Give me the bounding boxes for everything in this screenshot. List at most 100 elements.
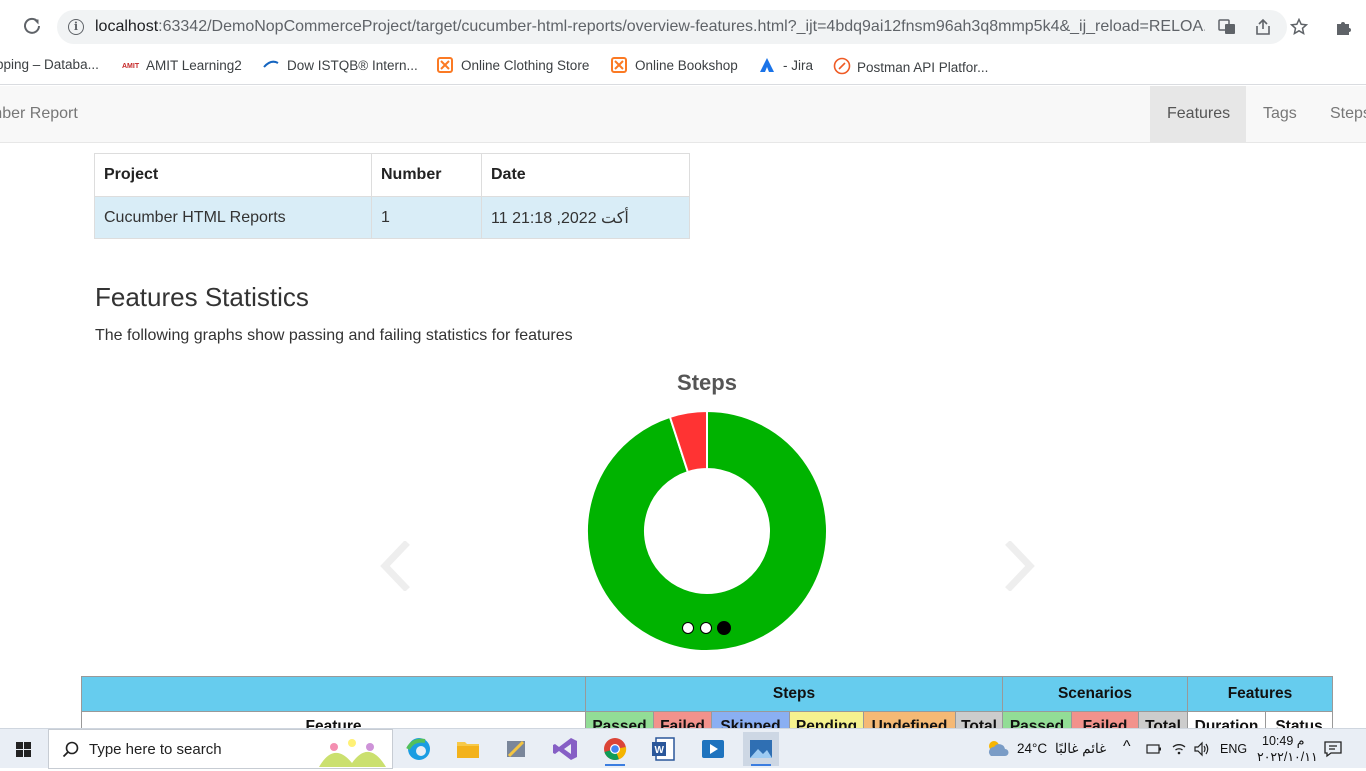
svg-text:W: W (655, 745, 665, 756)
visual-studio-icon[interactable] (547, 732, 583, 766)
carousel-dot[interactable] (700, 622, 712, 634)
xampp-icon (611, 57, 627, 73)
header-date: Date (481, 153, 690, 197)
postman-icon (833, 57, 851, 75)
url-path: :63342/DemoNopCommerceProject/target/cuc… (158, 18, 1205, 35)
group-header-steps: Steps (585, 676, 1003, 712)
translate-icon[interactable] (1217, 18, 1237, 38)
svg-text:AMIT: AMIT (122, 63, 140, 70)
share-icon[interactable] (1253, 18, 1273, 38)
header-project: Project (94, 153, 372, 197)
section-title: Features Statistics (95, 282, 309, 312)
search-placeholder: Type here to search (89, 741, 222, 758)
weather-cloud-icon[interactable] (984, 737, 1010, 759)
number-cell: 1 (371, 196, 482, 239)
bookmark-star-icon[interactable] (1289, 17, 1309, 38)
taskbar-search[interactable]: Type here to search (48, 729, 393, 769)
report-info-table: Project Number Date Cucumber HTML Report… (94, 153, 690, 239)
carousel-dot[interactable] (682, 622, 694, 634)
bookmark-label: Online Bookshop (635, 58, 738, 73)
table-row: Cucumber HTML Reports 1 11 أكت 2022, 21:… (94, 196, 690, 239)
bookmark-item[interactable]: pping – Databa... (0, 57, 99, 79)
column-header[interactable]: Skipped (711, 711, 790, 728)
url-host: localhost (95, 18, 159, 35)
brand-title[interactable]: umber Report (0, 105, 78, 123)
chart-carousel: Steps (370, 361, 1040, 661)
column-header[interactable]: Total (955, 711, 1003, 728)
xampp-icon (437, 57, 453, 73)
jira-icon (759, 57, 775, 73)
language-indicator[interactable]: ENG (1220, 742, 1247, 756)
group-header (81, 676, 586, 712)
report-page: umber Report Features Tags Steps Project… (0, 86, 1366, 728)
istqb-logo-icon (263, 57, 279, 73)
project-cell: Cucumber HTML Reports (94, 196, 372, 239)
windows-start-icon[interactable] (0, 729, 48, 769)
bookmark-label: AMIT Learning2 (146, 58, 242, 73)
wifi-icon[interactable] (1171, 741, 1187, 757)
url-text[interactable]: localhost:63342/DemoNopCommerceProject/t… (95, 18, 1205, 36)
steps-donut-chart[interactable] (585, 409, 829, 653)
word-icon[interactable]: W (646, 732, 682, 766)
column-header[interactable]: Status (1265, 711, 1333, 728)
nav-features[interactable]: Features (1150, 86, 1246, 142)
column-header[interactable]: Total (1138, 711, 1188, 728)
carousel-prev-icon[interactable] (375, 541, 415, 591)
chevron-up-icon[interactable]: ^ (1123, 738, 1131, 756)
bookmarks-bar: pping – Databa... AMIT AMIT Learning2 Dow… (0, 50, 1366, 85)
bookmark-label: pping – Databa... (0, 57, 99, 72)
features-table: Steps Scenarios Features Feature Passed … (81, 676, 1333, 728)
bookmark-item[interactable]: Dow ISTQB® Intern... (263, 57, 418, 79)
chrome-icon[interactable] (597, 732, 633, 766)
group-header-scenarios: Scenarios (1002, 676, 1188, 712)
file-explorer-icon[interactable] (450, 732, 486, 766)
column-header[interactable]: Failed (653, 711, 712, 728)
bookmark-item[interactable]: Postman API Platfor... (833, 57, 988, 79)
battery-icon[interactable] (1146, 742, 1162, 756)
bookmark-label: Postman API Platfor... (857, 60, 989, 75)
header-number: Number (371, 153, 482, 197)
column-header[interactable]: Pending (789, 711, 864, 728)
carousel-indicators (682, 621, 752, 636)
site-info-icon[interactable]: i (68, 19, 84, 35)
column-header[interactable]: Undefined (863, 711, 956, 728)
forward-icon[interactable]: › (0, 17, 8, 33)
bookmark-item[interactable]: - Jira (759, 57, 813, 79)
column-header[interactable]: Passed (585, 711, 654, 728)
bookmark-item[interactable]: AMIT AMIT Learning2 (122, 57, 242, 79)
bookmark-item[interactable]: Online Clothing Store (437, 57, 589, 79)
search-icon (62, 741, 79, 758)
clock-time[interactable]: 10:49 م (1262, 733, 1305, 748)
date-cell: 11 أكت 2022, 21:18 (481, 196, 690, 239)
bookmark-item[interactable]: Online Bookshop (611, 57, 738, 79)
browser-toolbar: › i localhost:63342/DemoNopCommerceProje… (0, 0, 1366, 50)
photos-app-icon[interactable] (743, 732, 779, 766)
weather-temp[interactable]: 24°C (1017, 741, 1047, 756)
bookmark-label: - Jira (783, 58, 813, 73)
column-header[interactable]: Duration (1187, 711, 1266, 728)
group-header-features: Features (1187, 676, 1333, 712)
media-app-icon[interactable] (695, 732, 731, 766)
search-highlight-icon (319, 739, 386, 767)
carousel-dot[interactable] (717, 621, 731, 635)
section-description: The following graphs show passing and fa… (95, 327, 573, 344)
carousel-next-icon[interactable] (1000, 541, 1040, 591)
taskbar: Type here to search W 24°C غائم غالبًا ^… (0, 728, 1366, 769)
extensions-icon[interactable] (1335, 18, 1353, 36)
tools-app-icon[interactable] (498, 732, 534, 766)
notifications-icon[interactable] (1323, 740, 1343, 758)
amit-logo-icon: AMIT (122, 57, 140, 73)
nav-steps[interactable]: Steps (1313, 86, 1366, 142)
report-navbar: umber Report Features Tags Steps (0, 86, 1366, 143)
clock-date[interactable]: ٢٠٢٢/١٠/١١ (1257, 749, 1318, 764)
column-header[interactable]: Failed (1071, 711, 1139, 728)
bookmark-label: Dow ISTQB® Intern... (287, 58, 418, 73)
volume-icon[interactable] (1193, 741, 1211, 757)
address-bar[interactable]: i localhost:63342/DemoNopCommerceProject… (57, 10, 1309, 44)
nav-tags[interactable]: Tags (1246, 86, 1313, 142)
column-header[interactable]: Feature (81, 711, 586, 728)
reload-icon[interactable] (22, 16, 42, 36)
column-header[interactable]: Passed (1002, 711, 1072, 728)
weather-description[interactable]: غائم غالبًا (1055, 741, 1106, 757)
edge-icon[interactable] (401, 732, 437, 766)
